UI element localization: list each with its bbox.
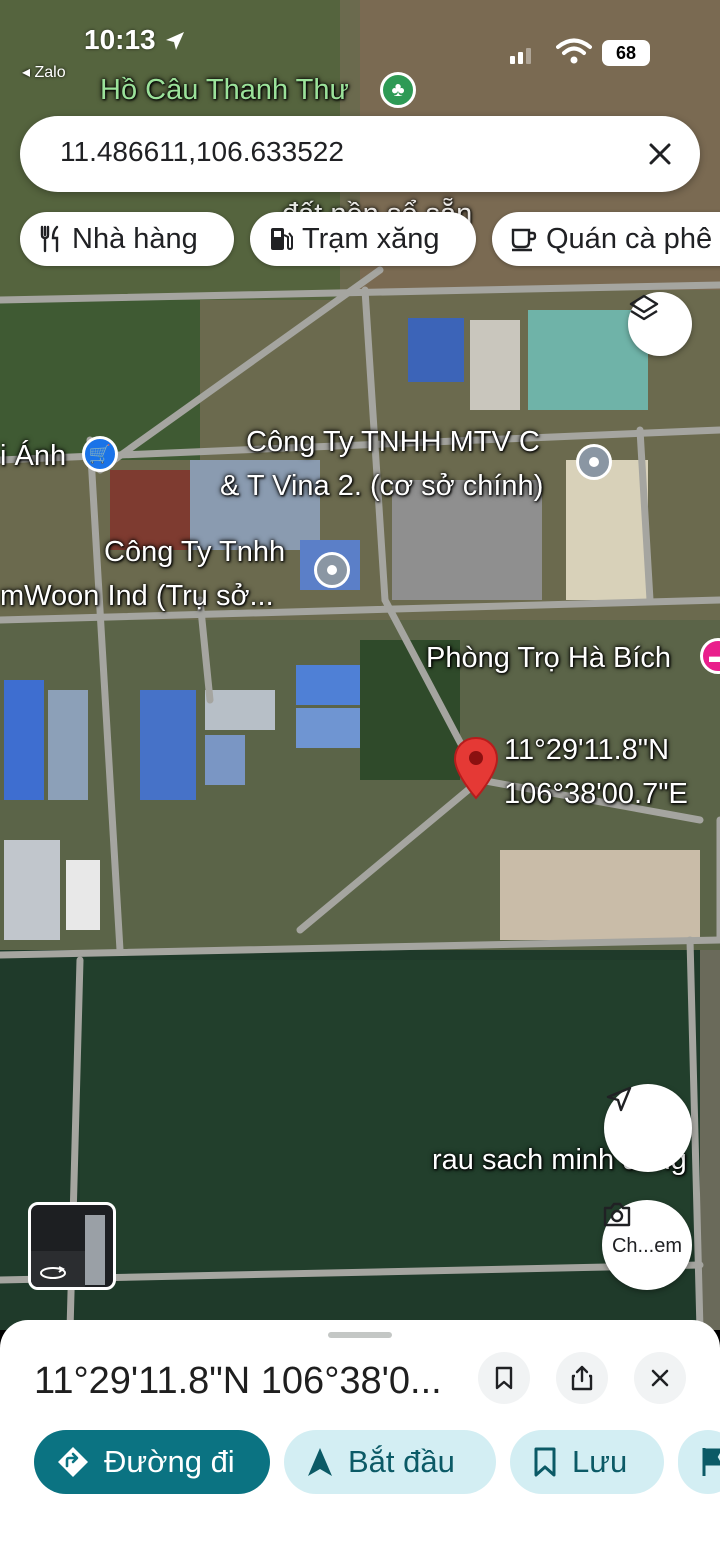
- layers-icon: [629, 294, 659, 321]
- search-input[interactable]: 11.486611,106.633522: [60, 136, 344, 168]
- chip-restaurants[interactable]: Nhà hàng: [20, 212, 234, 266]
- navigation-arrow-icon: [606, 1086, 632, 1112]
- sheet-drag-handle[interactable]: [328, 1332, 392, 1338]
- map-label-anh[interactable]: i Ánh: [0, 438, 66, 474]
- street-view-pillar: [85, 1215, 105, 1285]
- street-view-thumbnail[interactable]: [28, 1202, 116, 1290]
- map-label-cong-ty-mtv-line2[interactable]: & T Vina 2. (cơ sở chính): [220, 468, 543, 504]
- pin-longitude: 106°38'00.7"E: [504, 778, 688, 810]
- share-button[interactable]: [556, 1352, 608, 1404]
- location-arrow-icon: [166, 32, 184, 50]
- wifi-icon: [556, 38, 592, 64]
- back-to-app-link[interactable]: ◂ Zalo: [22, 62, 66, 82]
- place-title: 11°29'11.8"N 106°38'0...: [34, 1360, 442, 1402]
- fork-knife-icon: [38, 225, 64, 253]
- directions-button[interactable]: Đường đi: [34, 1430, 270, 1494]
- more-actions-button[interactable]: [678, 1430, 720, 1494]
- map-label-namwoon-line1[interactable]: Công Ty Tnhh: [104, 534, 285, 570]
- camera-icon: [603, 1202, 631, 1227]
- chip-label: Trạm xăng: [302, 222, 440, 255]
- rotate-360-icon: [40, 1266, 66, 1279]
- dropped-pin-icon[interactable]: [452, 736, 500, 802]
- cellular-signal-icon: [510, 48, 531, 64]
- chip-gas-stations[interactable]: Trạm xăng: [250, 212, 476, 266]
- camera-search-button[interactable]: Ch...em: [602, 1200, 692, 1290]
- chip-coffee[interactable]: Quán cà phê: [492, 212, 720, 266]
- navigation-arrow-icon: [306, 1446, 334, 1478]
- camera-fab-label: Ch...em: [611, 1234, 683, 1257]
- map-label-namwoon-line2[interactable]: mWoon Ind (Trụ sở...: [0, 578, 274, 614]
- map-view[interactable]: Hồ Câu Thanh Thư ♣ đất nền sổ sẵn Công T…: [0, 0, 720, 1330]
- save-label: Lưu: [572, 1444, 628, 1479]
- coffee-cup-icon: [510, 226, 538, 252]
- map-label-cong-ty-mtv-line1[interactable]: Công Ty TNHH MTV C: [246, 424, 540, 460]
- close-icon: [649, 143, 671, 165]
- start-navigation-button[interactable]: Bắt đầu: [284, 1430, 496, 1494]
- pin-latitude: 11°29'11.8"N: [504, 734, 670, 766]
- place-bottom-sheet[interactable]: 11°29'11.8"N 106°38'0... Đường đi Bắt đầ…: [0, 1320, 720, 1564]
- save-bookmark-button[interactable]: [478, 1352, 530, 1404]
- layers-button[interactable]: [628, 292, 692, 356]
- category-chips: Nhà hàng Trạm xăng Quán cà phê: [20, 212, 720, 266]
- directions-icon: [56, 1445, 90, 1479]
- save-button[interactable]: Lưu: [510, 1430, 664, 1494]
- chip-label: Nhà hàng: [72, 222, 198, 255]
- close-icon: [651, 1369, 669, 1387]
- place-pin-icon[interactable]: [314, 552, 350, 588]
- close-sheet-button[interactable]: [634, 1352, 686, 1404]
- map-label-phong-tro[interactable]: Phòng Trọ Hà Bích: [426, 640, 671, 676]
- flag-icon: [700, 1446, 720, 1478]
- place-pin-icon[interactable]: [576, 444, 612, 480]
- directions-label: Đường đi: [104, 1444, 235, 1479]
- bookmark-icon: [532, 1446, 558, 1478]
- status-bar: 10:13 ◂ Zalo 68: [0, 0, 720, 100]
- my-location-button[interactable]: [604, 1084, 692, 1172]
- clear-search-button[interactable]: [636, 130, 684, 178]
- search-bar[interactable]: 11.486611,106.633522: [20, 116, 700, 192]
- chip-label: Quán cà phê: [546, 222, 713, 255]
- share-icon: [571, 1365, 593, 1391]
- gas-station-icon: [268, 225, 294, 253]
- battery-indicator: 68: [602, 40, 650, 66]
- bookmark-icon: [495, 1366, 513, 1390]
- status-time: 10:13: [84, 24, 156, 55]
- start-label: Bắt đầu: [348, 1444, 455, 1479]
- shopping-cart-pin-icon[interactable]: 🛒: [82, 436, 118, 472]
